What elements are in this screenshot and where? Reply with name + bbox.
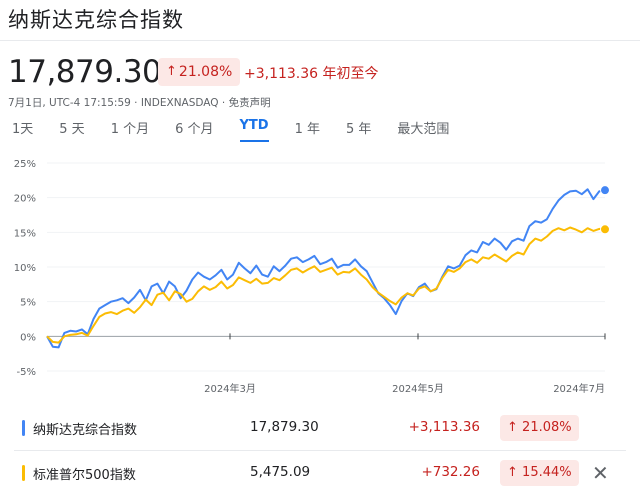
- series-name: 纳斯达克综合指数: [33, 423, 138, 438]
- series-end-dot: [600, 224, 610, 235]
- y-tick-label: 10%: [14, 263, 36, 274]
- series-line: [46, 188, 606, 349]
- series-color-swatch: [22, 465, 25, 481]
- tab-max[interactable]: 最大范围: [397, 118, 449, 142]
- series-pct: 15.44%: [522, 465, 572, 480]
- tab-ytd[interactable]: YTD: [239, 118, 269, 142]
- y-tick-label: 15%: [14, 228, 36, 239]
- performance-chart[interactable]: 25% 20% 15% 10% 5% 0% -5% 2024年3月 2024年5月 2024年7月: [0, 150, 640, 400]
- up-arrow-icon: ↑: [507, 465, 518, 480]
- x-tick-label: 2024年7月: [553, 382, 605, 395]
- title-divider: [0, 40, 640, 41]
- tab-1m[interactable]: 1 个月: [111, 118, 149, 142]
- tab-5d[interactable]: 5 天: [59, 118, 84, 142]
- series-pct: 21.08%: [522, 420, 572, 435]
- tab-1y[interactable]: 1 年: [295, 118, 320, 142]
- x-tick-label: 2024年5月: [392, 382, 444, 395]
- row-divider: [14, 450, 626, 451]
- y-tick-label: 0%: [20, 332, 36, 343]
- y-tick-label: 5%: [20, 298, 36, 309]
- series-end-dot: [600, 185, 610, 196]
- pct-change-value: 21.08%: [178, 64, 233, 80]
- legend-row-sp500[interactable]: 标准普尔500指数 5,475.09 +732.26 ↑ 15.44% ✕: [0, 453, 640, 493]
- y-tick-label: 25%: [14, 159, 36, 170]
- index-title: 纳斯达克综合指数: [8, 8, 184, 32]
- y-tick-label: -5%: [17, 367, 36, 378]
- series-pct-badge: ↑ 15.44%: [500, 460, 579, 486]
- pct-change-badge: ↑ 21.08%: [158, 58, 241, 86]
- tab-1d[interactable]: 1天: [12, 118, 33, 142]
- series-change: +732.26: [421, 464, 480, 480]
- series-change: +3,113.36: [408, 419, 480, 435]
- quote-meta: 7月1日, UTC-4 17:15:59 · INDEXNASDAQ · 免责声…: [8, 97, 271, 109]
- up-arrow-icon: ↑: [166, 64, 177, 79]
- series-pct-badge: ↑ 21.08%: [500, 415, 579, 441]
- current-price: 17,879.30: [8, 54, 162, 90]
- legend-row-nasdaq[interactable]: 纳斯达克综合指数 17,879.30 +3,113.36 ↑ 21.08%: [0, 408, 640, 448]
- series-value: 5,475.09: [250, 464, 311, 480]
- range-tabs: 1天 5 天 1 个月 6 个月 YTD 1 年 5 年 最大范围: [12, 118, 475, 142]
- y-tick-label: 20%: [14, 194, 36, 205]
- x-tick-label: 2024年3月: [204, 382, 256, 395]
- up-arrow-icon: ↑: [507, 420, 518, 435]
- series-name: 标准普尔500指数: [33, 468, 136, 483]
- ytd-change: +3,113.36 年初至今: [244, 66, 379, 82]
- tab-6m[interactable]: 6 个月: [175, 118, 213, 142]
- series-value: 17,879.30: [250, 419, 319, 435]
- tab-5y[interactable]: 5 年: [346, 118, 371, 142]
- series-line: [46, 226, 606, 344]
- series-color-swatch: [22, 420, 25, 436]
- remove-comparison-close-icon[interactable]: ✕: [592, 461, 609, 485]
